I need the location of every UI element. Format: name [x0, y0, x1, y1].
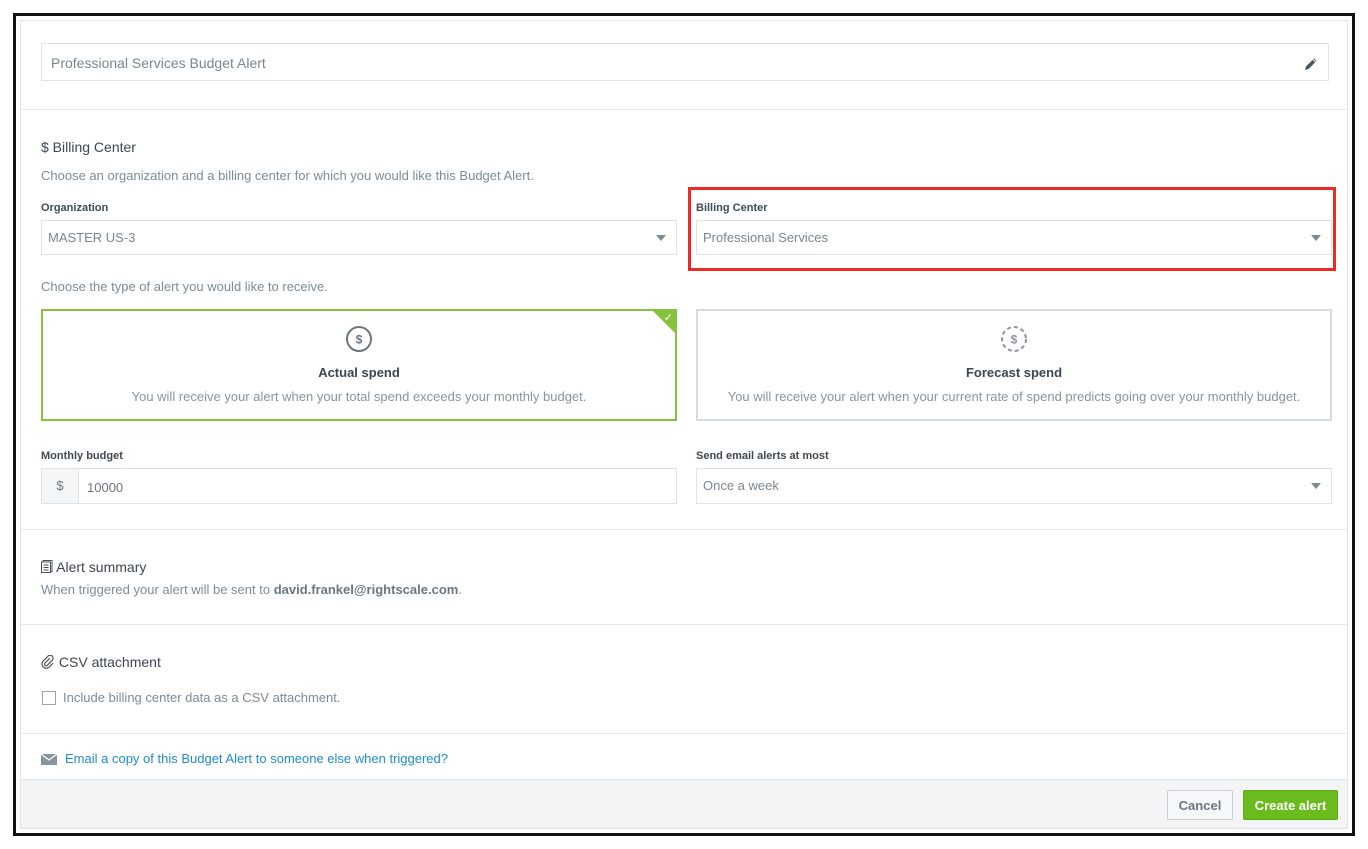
email-frequency-label: Send email alerts at most [696, 450, 829, 462]
summary-prefix: When triggered your alert will be sent t… [41, 582, 271, 597]
paperclip-icon [41, 654, 54, 669]
email-frequency-value: Once a week [703, 478, 779, 493]
form-footer: Cancel Create alert [21, 779, 1347, 828]
actual-spend-title: Actual spend [318, 365, 400, 380]
caret-down-icon [656, 235, 666, 241]
dollar-dashed-circle-icon: $ [1001, 326, 1027, 352]
alert-name-field[interactable]: Professional Services Budget Alert [41, 43, 1329, 81]
email-copy-link[interactable]: Email a copy of this Budget Alert to som… [65, 751, 448, 766]
divider [21, 624, 1347, 625]
divider [21, 733, 1347, 734]
actual-spend-description: You will receive your alert when your to… [131, 389, 587, 404]
monthly-budget-label: Monthly budget [41, 450, 123, 462]
window-frame: Professional Services Budget Alert $ Bil… [13, 13, 1355, 836]
alert-type-help: Choose the type of alert you would like … [41, 279, 328, 294]
forecast-spend-title: Forecast spend [965, 365, 1063, 380]
pencil-icon[interactable] [1303, 56, 1319, 72]
monthly-budget-input[interactable] [79, 469, 676, 505]
billing-section-title: $ Billing Center [41, 139, 136, 155]
highlight-box [688, 187, 1336, 271]
budget-alert-form: Professional Services Budget Alert $ Bil… [20, 20, 1348, 829]
email-frequency-select[interactable]: Once a week [696, 468, 1332, 504]
recipient-email: david.frankel@rightscale.com [273, 582, 459, 597]
dollar-circle-icon: $ [346, 326, 372, 352]
envelope-icon [41, 754, 57, 765]
alert-summary-title: Alert summary [56, 559, 147, 575]
document-icon [41, 560, 53, 573]
forecast-spend-card[interactable]: $ Forecast spend You will receive your a… [696, 309, 1332, 421]
cancel-button[interactable]: Cancel [1167, 790, 1233, 820]
organization-select[interactable]: MASTER US-3 [41, 220, 677, 255]
svg-text:$: $ [1011, 333, 1018, 347]
summary-end: . [458, 582, 462, 597]
billing-section-help: Choose an organization and a billing cen… [41, 168, 534, 183]
forecast-spend-description: You will receive your alert when your cu… [727, 389, 1301, 404]
organization-value: MASTER US-3 [48, 230, 136, 245]
alert-summary-text: When triggered your alert will be sent t… [41, 582, 462, 597]
csv-checkbox-label[interactable]: Include billing center data as a CSV att… [63, 690, 341, 705]
alert-summary-heading: Alert summary [41, 559, 146, 575]
currency-prefix: $ [42, 469, 79, 503]
monthly-budget-group: $ [41, 468, 677, 505]
csv-checkbox[interactable] [42, 691, 56, 705]
divider [21, 109, 1347, 110]
actual-spend-card[interactable]: ✓ $ Actual spend You will receive your a… [41, 309, 677, 421]
create-alert-button[interactable]: Create alert [1243, 790, 1338, 820]
csv-title: CSV attachment [58, 654, 161, 670]
csv-heading: CSV attachment [41, 654, 161, 670]
alert-name-value: Professional Services Budget Alert [51, 55, 266, 71]
checkmark-icon: ✓ [663, 312, 673, 324]
divider [21, 529, 1347, 530]
organization-label: Organization [41, 202, 109, 214]
caret-down-icon [1311, 483, 1321, 489]
svg-text:$: $ [356, 333, 363, 347]
